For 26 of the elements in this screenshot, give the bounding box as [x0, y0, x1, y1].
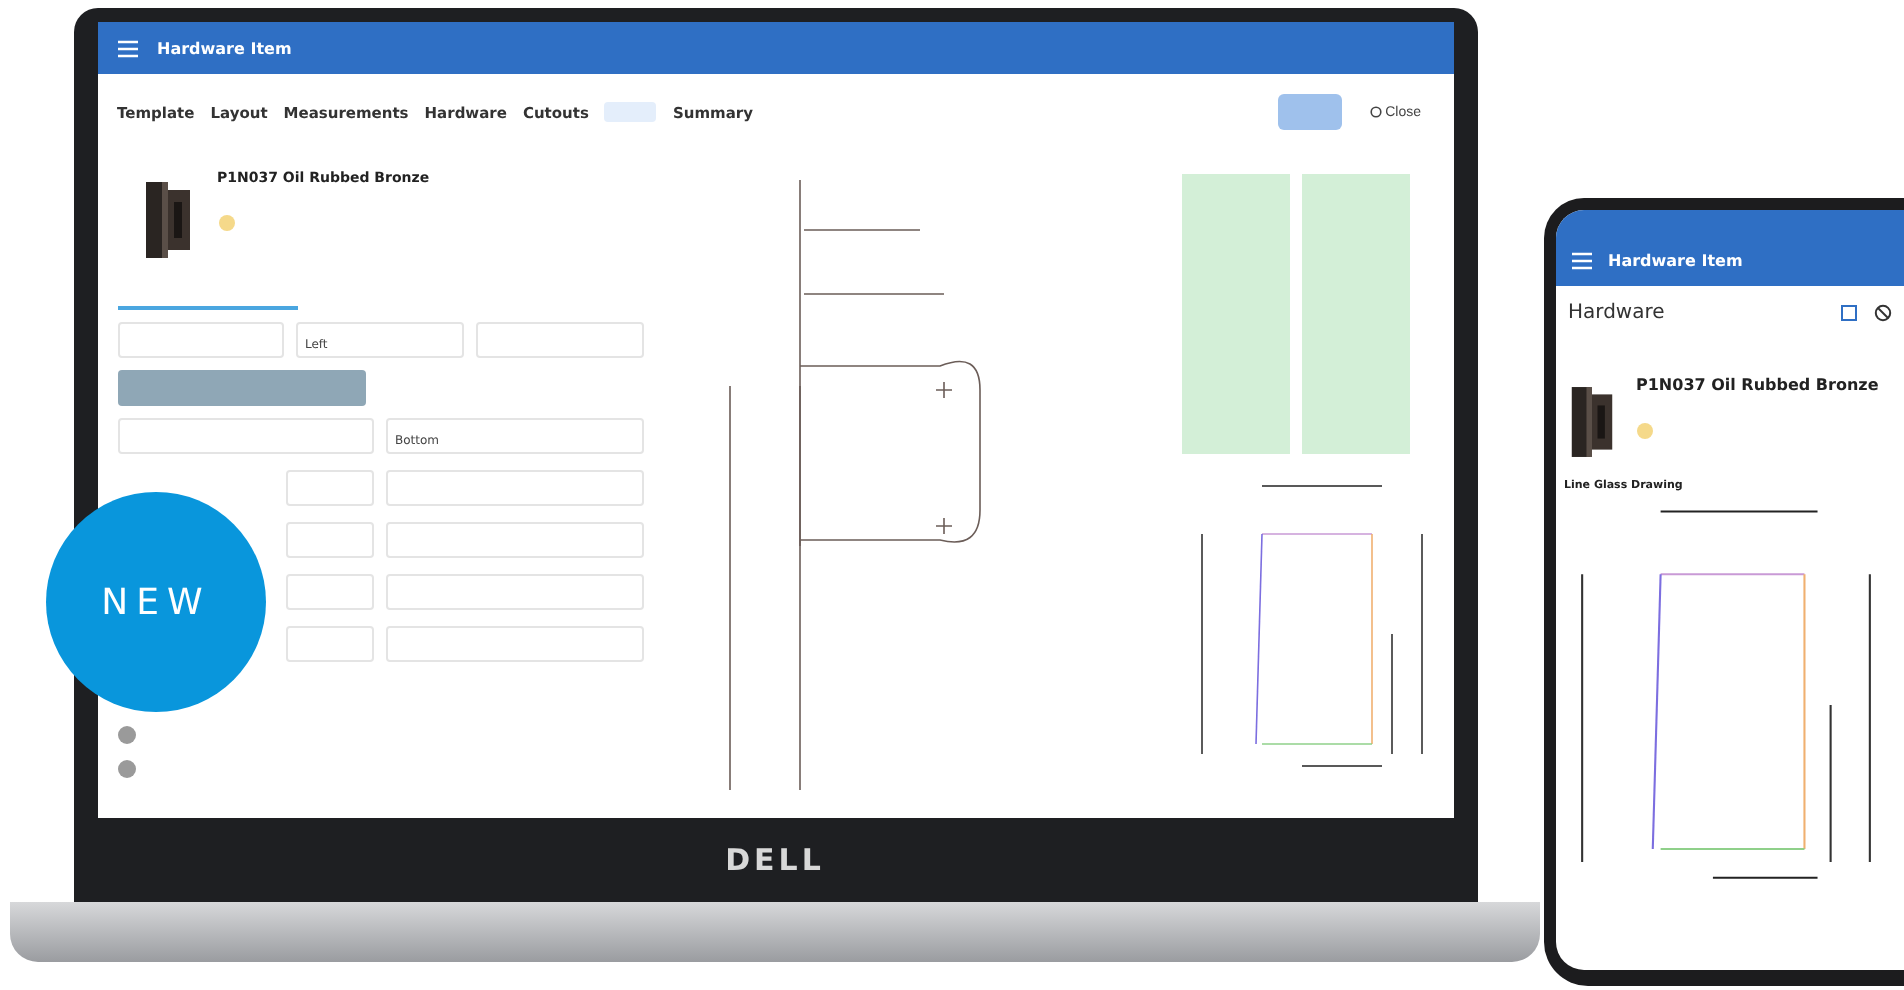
- input-field[interactable]: [117, 418, 375, 454]
- cancel-icon[interactable]: [1874, 304, 1892, 322]
- input-field[interactable]: [285, 522, 375, 558]
- brand-logo: DELL: [725, 842, 825, 878]
- close-icon: [1369, 106, 1382, 118]
- input-field[interactable]: [386, 522, 645, 558]
- input-field[interactable]: [386, 470, 645, 506]
- input-field[interactable]: [386, 626, 645, 662]
- save-button[interactable]: [1277, 94, 1342, 130]
- app-title: Hardware Item: [1608, 251, 1743, 269]
- input-field[interactable]: [386, 574, 645, 610]
- page-heading: Hardware: [1568, 302, 1665, 324]
- input-field[interactable]: [285, 574, 375, 610]
- toggle[interactable]: [117, 760, 135, 778]
- toggle[interactable]: [117, 726, 135, 744]
- input-field[interactable]: [476, 322, 645, 358]
- app-title: Hardware Item: [157, 39, 292, 57]
- tab[interactable]: [604, 102, 657, 122]
- menu-icon[interactable]: [1572, 251, 1592, 269]
- input-field[interactable]: [117, 322, 285, 358]
- product-name: P1N037 Oil Rubbed Bronze: [1636, 376, 1879, 394]
- input-field[interactable]: [285, 626, 375, 662]
- input-field[interactable]: [285, 470, 375, 506]
- action-button[interactable]: [117, 370, 365, 406]
- menu-icon[interactable]: [117, 39, 137, 57]
- save-icon[interactable]: [1840, 304, 1858, 322]
